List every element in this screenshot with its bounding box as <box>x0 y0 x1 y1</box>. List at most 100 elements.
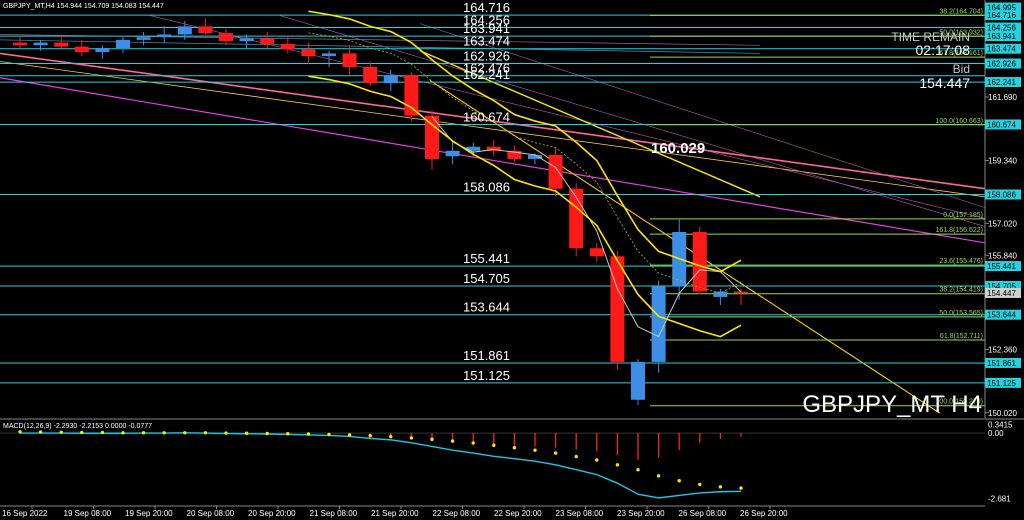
candle-body <box>301 49 316 57</box>
macd-signal-dot <box>80 430 84 435</box>
time-tick-label: 22 Sep 08:00 <box>433 509 481 518</box>
macd-signal-dot <box>533 448 537 452</box>
price-tick-label: 157.020 <box>988 219 1017 228</box>
macd-indicator <box>0 430 985 499</box>
fib-label: 38.2(164.704) <box>939 8 983 15</box>
candle-body <box>116 39 130 48</box>
macd-tick-label: -2.681 <box>988 495 1011 504</box>
macd-signal-dot <box>327 432 331 437</box>
macd-signal-dot <box>286 432 290 436</box>
level-label: 160.674 <box>463 109 510 124</box>
macd-signal-dot <box>615 463 620 467</box>
trendline <box>0 39 761 54</box>
bid-value: 154.447 <box>919 75 970 91</box>
level-label: 162.241 <box>463 67 510 82</box>
price-box-label: 154.447 <box>987 289 1016 298</box>
price-tick-label: 152.360 <box>988 345 1017 354</box>
candle-body <box>342 53 357 67</box>
candle-body <box>260 38 275 44</box>
macd-signal-dot <box>306 432 311 436</box>
level-label: 151.125 <box>463 368 510 383</box>
macd-signal-dot <box>677 479 681 483</box>
time-tick-label: 26 Sep 08:00 <box>679 509 727 518</box>
candle-body <box>589 248 604 257</box>
candle-body <box>692 232 707 292</box>
time-tick-label: 23 Sep 08:00 <box>556 509 604 518</box>
candle-body <box>610 256 625 362</box>
macd-label: MACD(12,26,9) -2.2930 -2.2153 0.0000 -0.… <box>3 423 152 430</box>
price-tick-label: 159.340 <box>988 157 1017 166</box>
ma-curve <box>308 75 742 338</box>
candle-body <box>136 37 151 40</box>
macd-signal-dot <box>59 430 63 434</box>
candle-body <box>322 53 336 57</box>
price-box-label: 162.241 <box>987 78 1016 87</box>
fib-label: 100.0(160.663) <box>936 118 983 125</box>
macd-signal-dot <box>450 439 455 443</box>
bid-label: Bid <box>953 62 970 76</box>
price-tick-label: 155.840 <box>988 251 1017 260</box>
time-tick-label: 21 Sep 20:00 <box>371 509 419 518</box>
price-tick-label: 161.690 <box>988 93 1017 102</box>
candle-body <box>363 66 378 84</box>
fib-label: 23.6(155.476) <box>939 258 983 265</box>
macd-axis-ticks: 0.34150.00-2.681 <box>988 421 1013 504</box>
price-box-label: 163.941 <box>987 32 1016 41</box>
price-box-label: 151.125 <box>987 379 1016 388</box>
candle-body <box>198 26 213 34</box>
price-box-label: 153.644 <box>987 311 1016 320</box>
candle-body <box>95 48 110 53</box>
macd-signal-dot <box>698 482 702 487</box>
macd-line <box>20 432 742 499</box>
macd-signal-dot <box>553 451 558 455</box>
level-label: 151.861 <box>463 348 510 363</box>
time-tick-label: 23 Sep 20:00 <box>617 509 665 518</box>
macd-signal-dot <box>244 431 249 435</box>
level-label: 158.086 <box>463 179 510 194</box>
macd-signal-dot <box>265 431 269 436</box>
symbol-info: GBPJPY_MT,H4 154.944 154.709 154.083 154… <box>3 3 164 10</box>
trendline <box>149 15 986 219</box>
macd-signal-dot <box>121 431 125 435</box>
time-remain-value: 02:17:08 <box>916 42 971 58</box>
macd-signal-dot <box>141 431 146 435</box>
time-tick-label: 19 Sep 20:00 <box>125 509 173 518</box>
time-tick-label: 20 Sep 08:00 <box>187 509 235 518</box>
time-tick-label: 19 Sep 08:00 <box>64 509 112 518</box>
macd-signal-dot <box>636 468 640 472</box>
fib-label: 61.8(152.711) <box>940 333 983 340</box>
fib-label: 38.2(154.419) <box>939 287 983 294</box>
candle-body <box>74 46 89 53</box>
level-labels: 164.716164.256163.941163.474162.926162.4… <box>463 0 510 383</box>
macd-signal-dot <box>492 443 496 447</box>
macd-signal-dot <box>38 430 43 434</box>
candle-body <box>13 42 27 46</box>
candle-body <box>280 43 295 50</box>
fib-label: 50.0(153.565) <box>939 310 983 317</box>
candle-body <box>33 42 48 46</box>
macd-signal-dot <box>656 474 661 478</box>
macd-signal-dot <box>368 434 372 438</box>
macd-signal-dot <box>718 485 723 489</box>
price-tick-label: 150.020 <box>988 409 1017 418</box>
price-box-label: 160.674 <box>987 120 1016 129</box>
macd-signal-dot <box>409 436 414 440</box>
price-box-label: 164.716 <box>987 11 1016 20</box>
level-label: 154.705 <box>463 271 510 286</box>
macd-signal-dot <box>739 486 743 490</box>
time-tick-label: 26 Sep 20:00 <box>740 509 788 518</box>
macd-signal-dot <box>183 431 187 435</box>
candle-body <box>157 34 172 38</box>
candle-body <box>239 38 254 42</box>
price-box-label: 155.441 <box>987 262 1016 271</box>
macd-signal-dot <box>595 458 599 462</box>
symbol-watermark: GBPJPY_MT H4 <box>802 391 982 418</box>
macd-signal-dot <box>100 430 105 435</box>
price-boxes: 164.995164.716164.256163.941163.474162.9… <box>985 2 1021 388</box>
macd-signal-dot <box>162 431 166 435</box>
macd-signal-dot <box>389 434 393 439</box>
macd-signal-dot <box>224 431 228 435</box>
candlestick-chart[interactable]: 164.716164.256163.941163.474162.926162.4… <box>0 0 1024 520</box>
candle-body <box>177 26 192 35</box>
macd-signal-dot <box>18 430 22 434</box>
